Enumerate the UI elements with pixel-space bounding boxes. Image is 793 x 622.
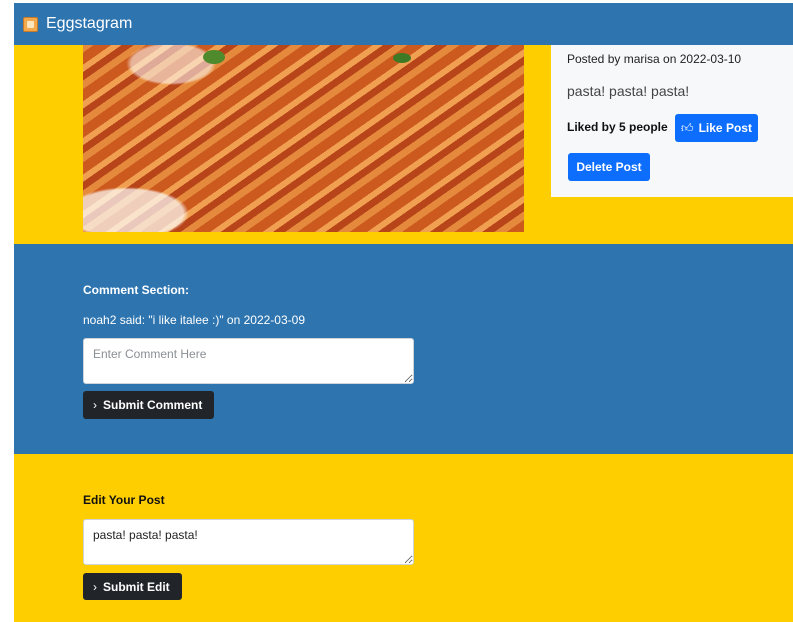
edit-section: Edit Your Post pasta! pasta! pasta! › Su… bbox=[14, 454, 793, 622]
submit-comment-button[interactable]: › Submit Comment bbox=[83, 391, 214, 419]
post-card: Posted by marisa on 2022-03-10 pasta! pa… bbox=[551, 45, 793, 197]
comments-section: Comment Section: noah2 said: "i like ita… bbox=[14, 244, 793, 454]
chevron-right-icon: › bbox=[93, 579, 97, 594]
likes-count: Liked by 5 people bbox=[567, 120, 668, 134]
post-meta: Posted by marisa on 2022-03-10 bbox=[567, 52, 742, 66]
navbar: Eggstagram bbox=[14, 3, 793, 45]
comment-input[interactable] bbox=[83, 338, 414, 384]
edit-title: Edit Your Post bbox=[83, 493, 165, 507]
submit-edit-label: Submit Edit bbox=[103, 579, 170, 594]
post-image bbox=[83, 45, 524, 232]
like-post-button[interactable]: 👍︎ Like Post bbox=[675, 114, 758, 142]
post-section: Posted by marisa on 2022-03-10 pasta! pa… bbox=[14, 45, 793, 244]
comment-item: noah2 said: "i like italee :)" on 2022-0… bbox=[83, 313, 305, 327]
comments-title: Comment Section: bbox=[83, 283, 190, 297]
submit-comment-label: Submit Comment bbox=[103, 398, 203, 412]
edit-post-input[interactable]: pasta! pasta! pasta! bbox=[83, 519, 414, 565]
delete-post-button[interactable]: Delete Post bbox=[568, 153, 650, 181]
submit-edit-button[interactable]: › Submit Edit bbox=[83, 573, 182, 600]
egg-logo-icon[interactable] bbox=[23, 16, 38, 32]
like-post-label: Like Post bbox=[698, 121, 752, 135]
thumbs-up-icon: 👍︎ bbox=[681, 120, 694, 135]
post-caption: pasta! pasta! pasta! bbox=[567, 83, 690, 99]
brand-name[interactable]: Eggstagram bbox=[46, 15, 132, 33]
chevron-right-icon: › bbox=[93, 398, 97, 412]
